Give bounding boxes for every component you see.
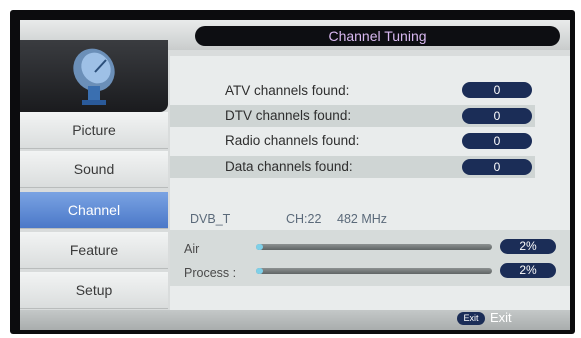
tv-screen: Channel Tuning Picture Sound Channel Fea… [20,20,570,330]
exit-button-label[interactable]: Exit [490,310,512,326]
air-progress-fill [256,244,264,250]
atv-count-label: ATV channels found: [225,83,350,98]
air-progress-percent: 2% [500,239,556,254]
air-progress-bar [256,244,492,250]
dtv-count-label: DTV channels found: [225,108,352,123]
scan-frequency: 482 MHz [337,212,388,226]
air-progress-label: Air [184,242,200,256]
sidebar-item-channel[interactable]: Channel [20,192,168,229]
scan-channel: CH:22 [286,212,322,226]
sidebar-item-feature[interactable]: Feature [20,232,168,269]
radio-count-label: Radio channels found: [225,133,360,148]
process-progress-percent: 2% [500,263,556,278]
channel-icon-panel [20,40,168,112]
data-count-value: 0 [462,159,532,175]
radio-count-value: 0 [462,133,532,149]
footer-bar [20,310,570,330]
page-title: Channel Tuning [195,26,560,46]
process-progress-fill [256,268,264,274]
atv-count-value: 0 [462,82,532,98]
scan-standard: DVB_T [190,212,231,226]
process-progress-bar [256,268,492,274]
data-count-label: Data channels found: [225,159,353,174]
dtv-count-value: 0 [462,108,532,124]
sidebar-item-picture[interactable]: Picture [20,112,168,149]
sidebar-item-sound[interactable]: Sound [20,151,168,188]
process-progress-label: Process : [184,266,237,280]
satellite-dish-icon [73,48,115,105]
sidebar-item-setup[interactable]: Setup [20,272,168,309]
exit-key-badge[interactable]: Exit [457,312,485,325]
